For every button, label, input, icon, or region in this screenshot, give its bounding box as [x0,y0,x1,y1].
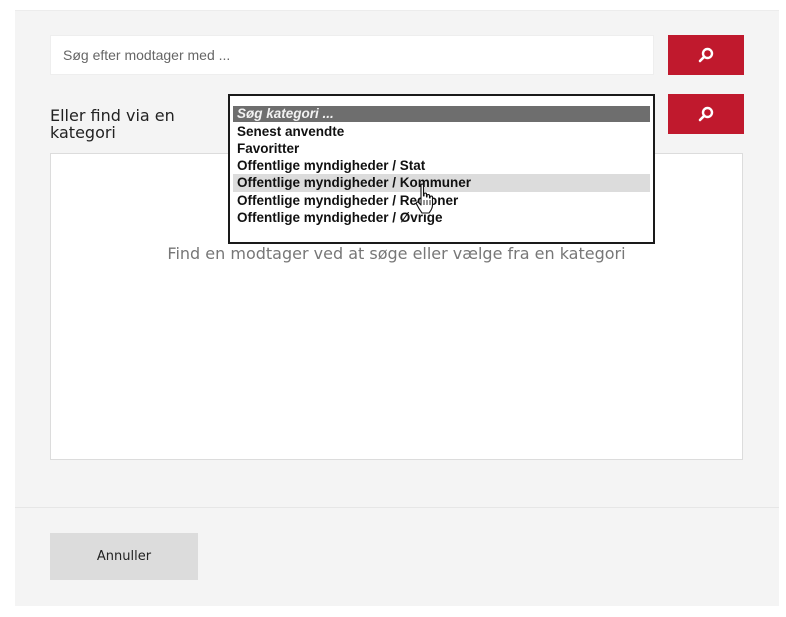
search-icon [698,47,714,63]
dropdown-option-other[interactable]: Offentlige myndigheder / Øvrige [233,209,650,226]
dropdown-option-regions[interactable]: Offentlige myndigheder / Regioner [233,192,650,209]
cancel-button[interactable]: Annuller [50,533,198,580]
dropdown-option-municipalities[interactable]: Offentlige myndigheder / Kommuner [233,174,650,192]
dropdown-option-favorites[interactable]: Favoritter [233,140,650,157]
recipient-search-button[interactable] [668,35,744,75]
empty-results-message: Find en modtager ved at søge eller vælge… [167,244,626,263]
category-label: Eller find via en kategori [50,106,175,142]
footer-divider [15,507,779,508]
search-icon [698,106,714,122]
category-dropdown-list[interactable]: Søg kategori ... Senest anvendte Favorit… [228,94,655,244]
dropdown-option-recent[interactable]: Senest anvendte [233,123,650,140]
dropdown-placeholder-option[interactable]: Søg kategori ... [233,106,650,122]
category-search-button[interactable] [668,94,744,134]
recipient-search-input[interactable] [50,35,654,75]
dropdown-option-state[interactable]: Offentlige myndigheder / Stat [233,157,650,174]
